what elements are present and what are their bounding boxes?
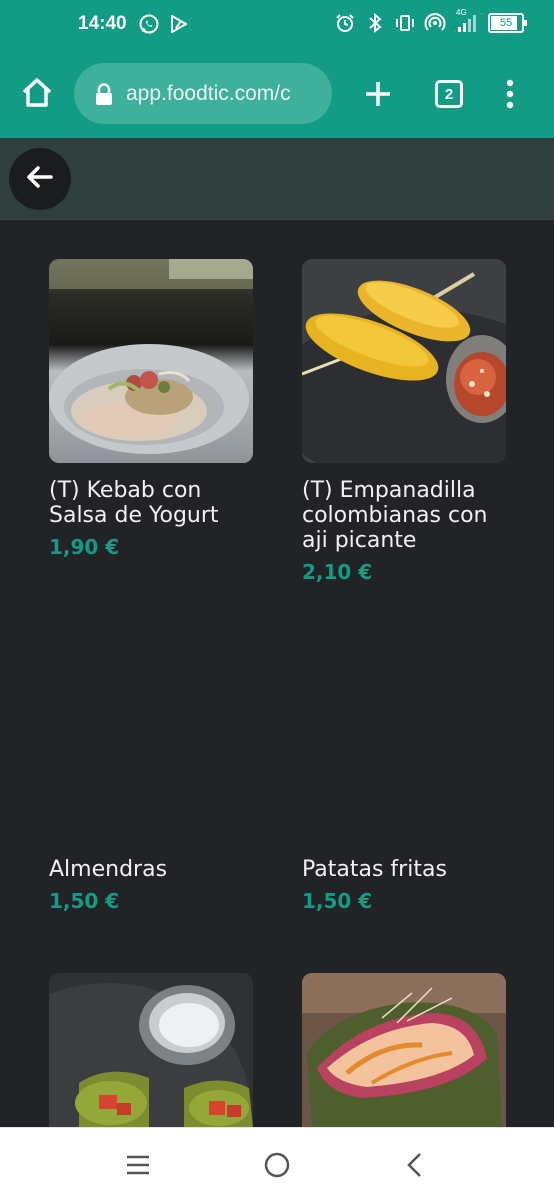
- home-circle-icon[interactable]: [260, 1148, 294, 1182]
- product-card[interactable]: [302, 973, 506, 1127]
- product-image: [302, 973, 506, 1127]
- product-price: 1,50 €: [49, 889, 120, 913]
- whatsapp-icon: [138, 13, 160, 35]
- more-vert-icon[interactable]: [502, 78, 518, 110]
- hotspot-icon: [424, 12, 446, 34]
- status-time: 14:40: [78, 13, 127, 34]
- vibrate-icon: [394, 12, 416, 34]
- bluetooth-icon: [364, 12, 386, 34]
- product-image: [302, 259, 506, 463]
- url-text: app.foodtic.com/c: [126, 81, 291, 105]
- product-card[interactable]: (T) Kebab con Salsa de Yogurt 1,90 €: [49, 259, 253, 559]
- signal-icon: 4G: [454, 8, 480, 34]
- product-card[interactable]: [49, 973, 253, 1127]
- battery-icon: 55: [488, 13, 527, 33]
- system-nav-bar: [0, 1127, 554, 1200]
- battery-level: 55: [499, 17, 513, 29]
- lock-icon: [94, 82, 114, 105]
- product-card[interactable]: (T) Empanadilla colombianas con aji pica…: [302, 259, 506, 584]
- product-name: (T) Empanadilla colombianas con aji pica…: [302, 478, 488, 553]
- notification-icons: [138, 13, 190, 35]
- product-image: [49, 259, 253, 463]
- home-icon[interactable]: [18, 74, 56, 112]
- product-card[interactable]: Almendras 1,50 €: [49, 857, 253, 913]
- play-store-icon: [168, 13, 190, 35]
- recents-icon[interactable]: [121, 1148, 155, 1182]
- status-bar: 14:40 4G 55: [0, 0, 554, 52]
- product-card[interactable]: Patatas fritas 1,50 €: [302, 857, 506, 913]
- back-chevron-icon[interactable]: [398, 1148, 432, 1182]
- tabs-icon[interactable]: 2: [435, 80, 463, 108]
- browser-toolbar: app.foodtic.com/c 2: [0, 52, 554, 138]
- url-bar[interactable]: app.foodtic.com/c: [74, 63, 332, 124]
- page-header: [0, 138, 554, 220]
- plus-icon[interactable]: [362, 78, 394, 110]
- product-name: (T) Kebab con Salsa de Yogurt: [49, 478, 219, 528]
- product-image: [49, 973, 253, 1127]
- system-icons: 4G 55: [334, 8, 527, 34]
- alarm-icon: [334, 12, 356, 34]
- product-price: 1,90 €: [49, 535, 120, 559]
- product-price: 2,10 €: [302, 560, 373, 584]
- product-price: 1,50 €: [302, 889, 373, 913]
- tab-count: 2: [444, 85, 454, 103]
- product-name: Patatas fritas: [302, 857, 447, 882]
- arrow-left-icon: [25, 162, 55, 196]
- back-button[interactable]: [9, 148, 71, 210]
- network-type: 4G: [456, 8, 467, 17]
- product-name: Almendras: [49, 857, 168, 882]
